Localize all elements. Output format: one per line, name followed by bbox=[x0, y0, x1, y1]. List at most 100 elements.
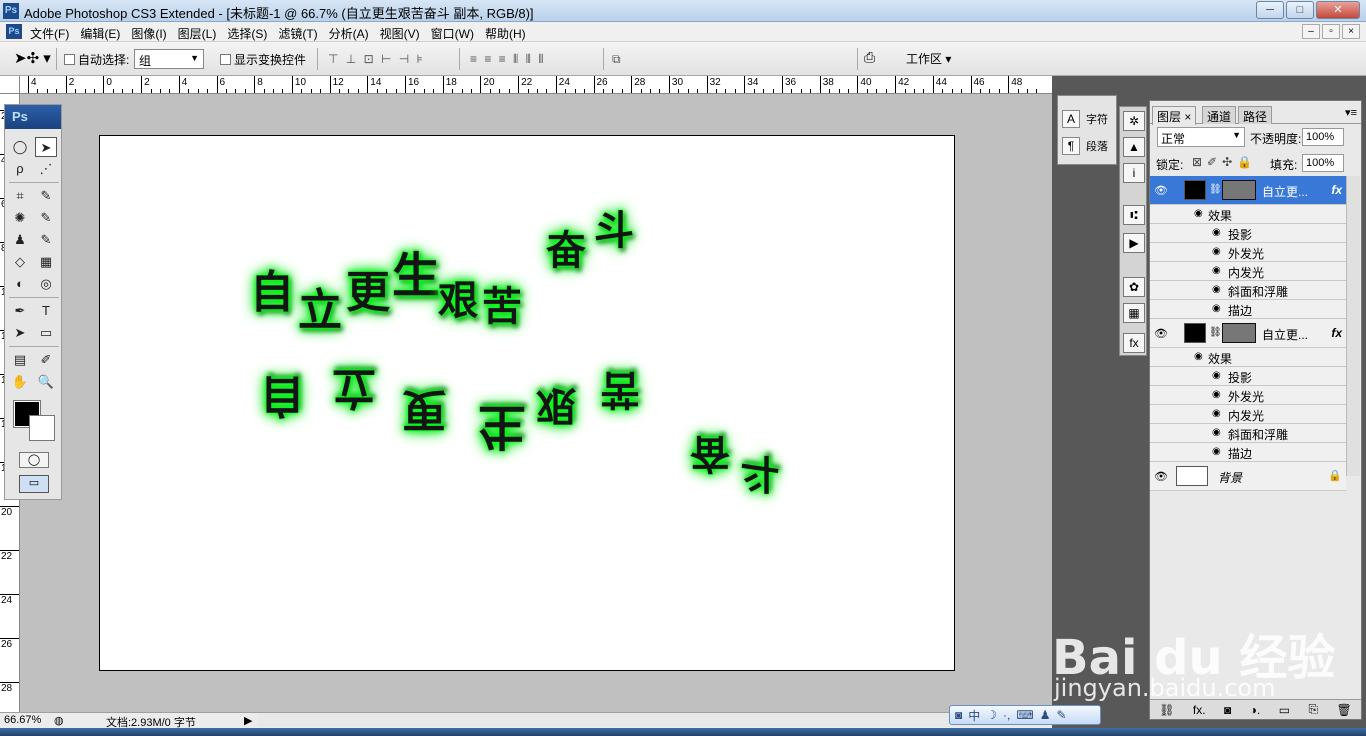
status-menu-arrow-icon[interactable]: ▶ bbox=[244, 714, 252, 727]
close-button[interactable]: ✕ bbox=[1316, 1, 1360, 19]
layer-name[interactable]: 自立更... bbox=[1262, 326, 1308, 343]
paragraph-panel-button[interactable]: ¶ 段落 bbox=[1062, 137, 1108, 155]
effect-row[interactable]: ◉ 描边 bbox=[1150, 300, 1346, 319]
maximize-button[interactable]: □ bbox=[1286, 1, 1314, 19]
doc-close-button[interactable]: × bbox=[1342, 24, 1360, 39]
workspace-menu[interactable]: 工作区 ▾ bbox=[906, 50, 951, 67]
pen-tool-icon[interactable]: ✒ bbox=[9, 301, 31, 321]
ime-user-icon[interactable]: ♟ bbox=[1040, 708, 1051, 722]
move-tool-preset-icon[interactable]: ➤✣ ▾ bbox=[14, 49, 51, 67]
menu-item-1[interactable]: 编辑(E) bbox=[80, 25, 120, 42]
layer-name[interactable]: 自立更... bbox=[1262, 183, 1308, 200]
effect-row[interactable]: ◉ 内发光 bbox=[1150, 262, 1346, 281]
clone-stamp-tool-icon[interactable]: ♟ bbox=[9, 230, 31, 250]
menu-item-6[interactable]: 分析(A) bbox=[329, 25, 369, 42]
ime-keyboard-icon[interactable]: ⌨ bbox=[1016, 708, 1033, 722]
tab-layers[interactable]: 图层 × bbox=[1152, 106, 1197, 125]
effect-visibility-eye-icon[interactable]: ◉ bbox=[1212, 284, 1221, 295]
blur-tool-icon[interactable]: ◐ bbox=[9, 274, 31, 294]
menu-item-8[interactable]: 窗口(W) bbox=[431, 25, 474, 42]
actions-icon[interactable]: ▶ bbox=[1123, 233, 1145, 253]
ime-logo-icon[interactable]: ◙ bbox=[955, 708, 962, 722]
info-icon[interactable]: i bbox=[1123, 163, 1145, 183]
toolbox-header[interactable]: Ps bbox=[5, 105, 61, 129]
layer-row[interactable]: 👁 ⛓ 自立更... fx bbox=[1150, 319, 1346, 348]
tab-paths[interactable]: 路径 bbox=[1238, 106, 1273, 124]
tab-channels[interactable]: 通道 bbox=[1202, 106, 1237, 124]
ime-punctuation-icon[interactable]: ·, bbox=[1003, 708, 1010, 722]
fill-input[interactable]: 100% bbox=[1302, 154, 1344, 172]
panel-menu-icon[interactable]: ▾≡ bbox=[1345, 106, 1357, 119]
effect-visibility-eye-icon[interactable]: ◉ bbox=[1212, 303, 1221, 314]
layers-scrollbar[interactable] bbox=[1346, 176, 1360, 476]
effect-visibility-eye-icon[interactable]: ◉ bbox=[1194, 351, 1203, 362]
quick-mask-button[interactable]: ◯ bbox=[19, 452, 49, 468]
ime-fullwidth-icon[interactable]: ☽ bbox=[986, 708, 997, 722]
effect-visibility-eye-icon[interactable]: ◉ bbox=[1212, 227, 1221, 238]
healing-brush-tool-icon[interactable]: ✺ bbox=[9, 208, 31, 228]
opacity-input[interactable]: 100% bbox=[1302, 128, 1344, 146]
swatches-icon[interactable]: ▦ bbox=[1123, 303, 1145, 323]
menu-item-9[interactable]: 帮助(H) bbox=[485, 25, 526, 42]
minimize-button[interactable]: ─ bbox=[1256, 1, 1284, 19]
rectangle-tool-icon[interactable]: ▭ bbox=[35, 323, 57, 343]
auto-select-option[interactable]: 自动选择: bbox=[64, 51, 129, 68]
effect-row[interactable]: ◉ 投影 bbox=[1150, 224, 1346, 243]
effect-visibility-eye-icon[interactable]: ◉ bbox=[1212, 246, 1221, 257]
effect-row[interactable]: ◉ 投影 bbox=[1150, 367, 1346, 386]
zoom-level[interactable]: 66.67% bbox=[4, 714, 41, 726]
menu-item-3[interactable]: 图层(L) bbox=[178, 25, 217, 42]
app-menu-icon[interactable]: Ps bbox=[6, 24, 22, 39]
visibility-eye-icon[interactable]: 👁 bbox=[1154, 470, 1168, 483]
menu-item-5[interactable]: 滤镜(T) bbox=[278, 25, 317, 42]
type-tool-icon[interactable]: T bbox=[35, 301, 57, 321]
history-brush-tool-icon[interactable]: ✎ bbox=[35, 230, 57, 250]
move-tool-icon[interactable]: ➤ bbox=[35, 137, 57, 157]
background-layer-name[interactable]: 背景 bbox=[1218, 469, 1242, 486]
ime-language-toggle[interactable]: 中 bbox=[968, 707, 980, 724]
eyedropper-tool-icon[interactable]: ✐ bbox=[35, 350, 57, 370]
effect-row[interactable]: ◉ 斜面和浮雕 bbox=[1150, 281, 1346, 300]
effect-visibility-eye-icon[interactable]: ◉ bbox=[1212, 408, 1221, 419]
zoom-info-icon[interactable]: ◍ bbox=[54, 714, 64, 727]
dodge-tool-icon[interactable]: ◎ bbox=[35, 274, 57, 294]
effect-row[interactable]: ◉ 内发光 bbox=[1150, 405, 1346, 424]
effect-visibility-eye-icon[interactable]: ◉ bbox=[1212, 265, 1221, 276]
document-canvas[interactable]: 自立更生艰苦奋斗 自立更生艰苦奋斗 bbox=[99, 135, 955, 671]
notes-tool-icon[interactable]: ▤ bbox=[9, 350, 31, 370]
layer-mask-thumbnail[interactable] bbox=[1222, 180, 1256, 200]
menu-item-0[interactable]: 文件(F) bbox=[30, 25, 69, 42]
menu-item-2[interactable]: 图像(I) bbox=[131, 25, 166, 42]
effect-visibility-eye-icon[interactable]: ◉ bbox=[1212, 389, 1221, 400]
visibility-eye-icon[interactable]: 👁 bbox=[1154, 184, 1168, 197]
hand-tool-icon[interactable]: ✋ bbox=[9, 372, 31, 392]
layer-effects-icon[interactable]: fx bbox=[1331, 326, 1342, 340]
doc-minimize-button[interactable]: – bbox=[1302, 24, 1320, 39]
menu-item-4[interactable]: 选择(S) bbox=[227, 25, 267, 42]
show-transform-option[interactable]: 显示变换控件 bbox=[220, 51, 306, 68]
effect-visibility-eye-icon[interactable]: ◉ bbox=[1194, 208, 1203, 219]
histogram-icon[interactable]: ▲ bbox=[1123, 137, 1145, 157]
character-panel-button[interactable]: A 字符 bbox=[1062, 110, 1108, 128]
effects-group-row[interactable]: ◉ 效果 bbox=[1150, 348, 1346, 367]
show-transform-checkbox[interactable] bbox=[220, 54, 231, 65]
auto-select-checkbox[interactable] bbox=[64, 54, 75, 65]
bridge-icon[interactable]: ⎙ bbox=[864, 49, 875, 66]
layer-row[interactable]: 👁 ⛓ 自立更... fx bbox=[1150, 176, 1346, 205]
zoom-tool-icon[interactable]: 🔍 bbox=[35, 372, 57, 392]
layer-mask-thumbnail[interactable] bbox=[1222, 323, 1256, 343]
ime-settings-icon[interactable]: ✎ bbox=[1056, 708, 1066, 722]
visibility-eye-icon[interactable]: 👁 bbox=[1154, 327, 1168, 340]
effect-row[interactable]: ◉ 外发光 bbox=[1150, 386, 1346, 405]
brushes-icon[interactable]: ✿ bbox=[1123, 277, 1145, 297]
align-icons-group[interactable]: ⊤ ⊥ ⊡ ⊢ ⊣ ⊧ bbox=[328, 52, 425, 66]
path-selection-tool-icon[interactable]: ➤ bbox=[9, 323, 31, 343]
slice-tool-icon[interactable]: ✎ bbox=[35, 186, 57, 206]
layer-effects-icon[interactable]: fx bbox=[1331, 183, 1342, 197]
effect-row[interactable]: ◉ 外发光 bbox=[1150, 243, 1346, 262]
menu-item-7[interactable]: 视图(V) bbox=[380, 25, 420, 42]
blend-mode-dropdown[interactable]: 正常 ▼ bbox=[1157, 127, 1245, 147]
effect-row[interactable]: ◉ 斜面和浮雕 bbox=[1150, 424, 1346, 443]
horizontal-scrollbar[interactable] bbox=[258, 713, 1048, 727]
auto-align-icon[interactable]: ⧉ bbox=[612, 52, 623, 67]
